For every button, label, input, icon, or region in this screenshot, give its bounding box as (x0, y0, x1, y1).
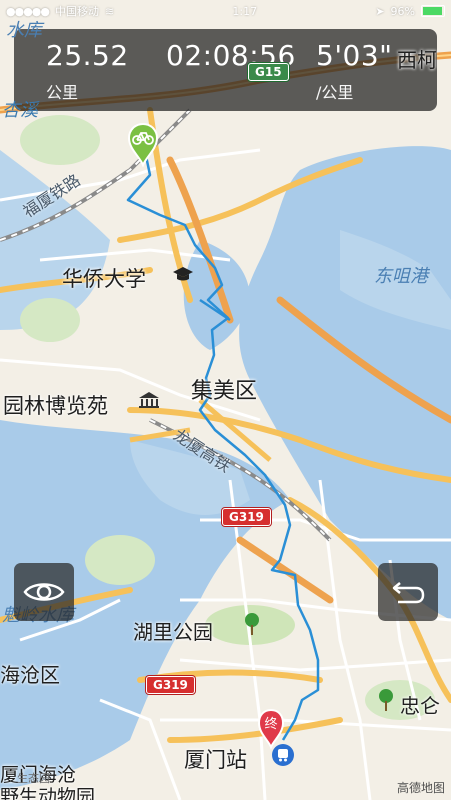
wifi-icon: ≋ (105, 4, 115, 18)
distance-value: 25.52 (46, 39, 129, 72)
park-tree-icon (379, 689, 393, 711)
workout-stats-panel: 25.52 公里 02:08:56 5'03" /公里 (14, 29, 437, 111)
map-label-shuiku: 水库 (6, 20, 42, 41)
map-label-xingxi: 杏溪 (2, 100, 38, 121)
map-view[interactable]: ●●●●● 中国移动 ≋ 1:17 ➤ 96% 25.52 公里 02:08:5… (0, 0, 451, 800)
map-label-jimei-district: 集美区 (191, 379, 258, 404)
map-label-zhonglun: 忠仑 (400, 694, 440, 718)
status-time: 1:17 (232, 4, 258, 18)
distance-stat: 25.52 公里 (46, 39, 129, 103)
museum-icon (139, 392, 159, 408)
route-start-marker[interactable] (126, 121, 160, 167)
battery-icon (421, 5, 445, 17)
distance-unit: 公里 (46, 83, 79, 102)
highway-shield-g319-south: G319 (146, 676, 195, 694)
pace-stat: 5'03" /公里 (316, 39, 393, 103)
back-button[interactable] (378, 563, 438, 621)
carrier-label: 中国移动 (55, 5, 99, 18)
eye-icon (23, 583, 65, 601)
highway-shield-g15: G15 (248, 63, 289, 81)
status-bar: ●●●●● 中国移动 ≋ 1:17 ➤ 96% (0, 0, 451, 22)
map-label-huli-park: 湖里公园 (133, 620, 213, 644)
map-label-dongju-port: 东咀港 (374, 266, 428, 287)
map-label-xiamen-station: 厦门站 (184, 748, 247, 772)
map-label-huaqiao-university: 华侨大学 (62, 267, 146, 291)
toggle-view-button[interactable] (14, 563, 74, 621)
attribution-left: 生态园 (17, 772, 50, 785)
battery-label: 96% (390, 4, 415, 18)
graduation-cap-icon (173, 267, 193, 281)
park-tree-icon (245, 613, 259, 635)
highway-shield-g319: G319 (222, 508, 271, 526)
map-label-garden-expo: 园林博览苑 (3, 394, 108, 418)
end-marker-label: 终 (264, 716, 277, 732)
route-end-marker[interactable]: 终 (256, 707, 286, 749)
undo-icon (392, 582, 425, 604)
pace-unit: /公里 (316, 83, 354, 102)
map-provider-attribution: 高德地图 (396, 781, 445, 795)
map-label-haicang-district: 海沧区 (0, 663, 60, 687)
location-icon: ➤ (375, 4, 385, 18)
pace-value: 5'03" (316, 39, 393, 72)
map-label-xike: 西柯 (397, 48, 437, 72)
